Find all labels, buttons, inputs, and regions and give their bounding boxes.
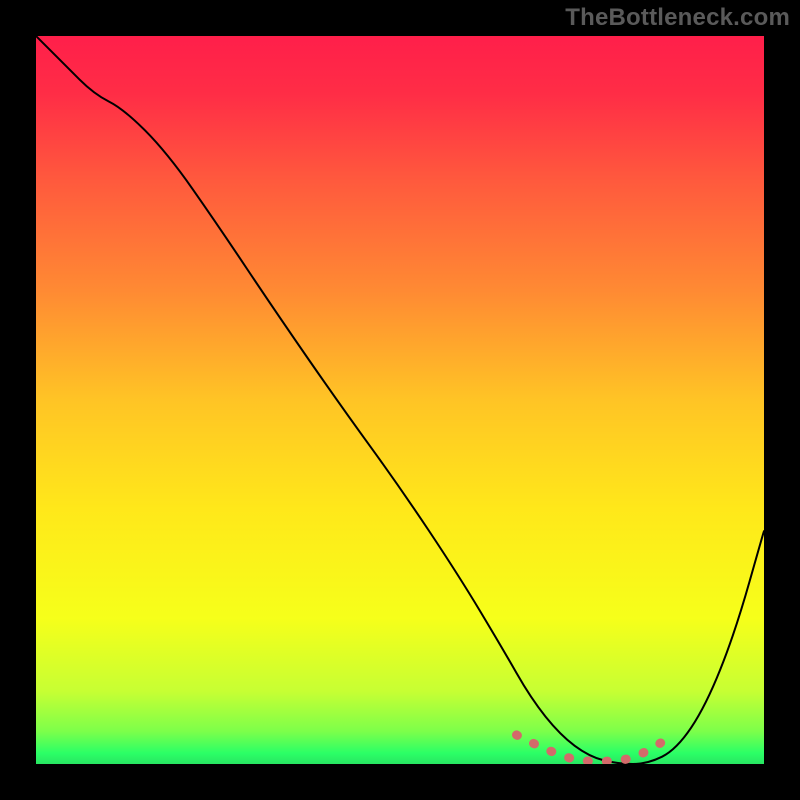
chart-svg <box>36 36 764 764</box>
watermark-text: TheBottleneck.com <box>565 4 790 32</box>
gradient-chart-plot <box>36 36 764 764</box>
chart-frame: TheBottleneck.com <box>0 0 800 800</box>
gradient-background <box>36 36 764 764</box>
